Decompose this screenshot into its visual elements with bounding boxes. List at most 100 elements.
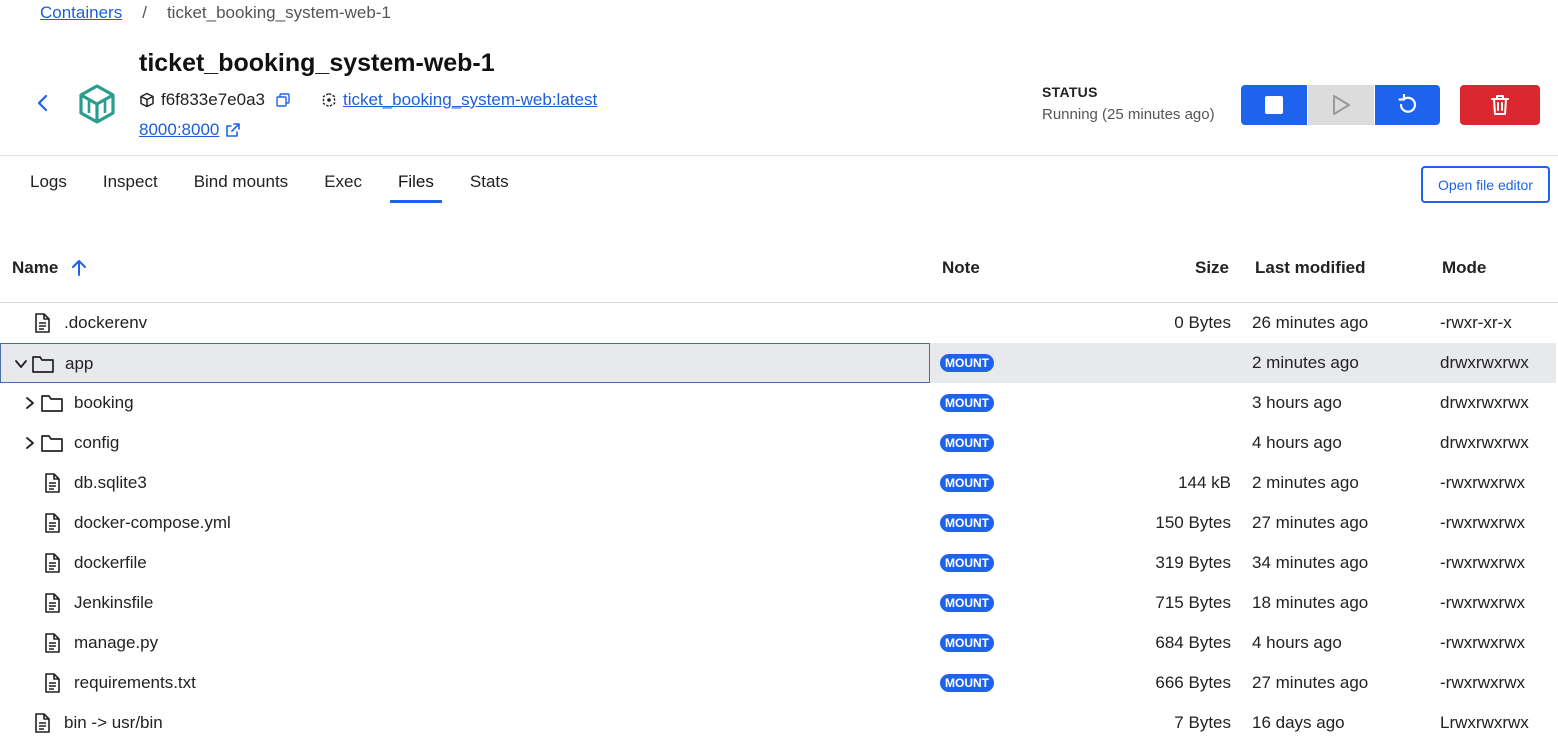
file-row[interactable]: db.sqlite3 MOUNT 144 kB 2 minutes ago -rwxrw… [0,463,1556,503]
file-name: docker-compose.yml [74,513,231,532]
column-name[interactable]: Name [12,258,88,278]
last-modified: 2 minutes ago [1252,473,1359,492]
file-name: .dockerenv [64,313,148,332]
mount-badge: MOUNT [940,554,994,572]
file-mode: -rwxrwxrwx [1440,553,1525,572]
container-name: ticket_booking_system-web-1 [139,49,495,77]
name-cell[interactable]: config [0,423,930,463]
file-name: requirements.txt [74,673,196,692]
back-arrow-icon[interactable] [32,92,54,114]
file-row[interactable]: manage.py MOUNT 684 Bytes 4 hours ago -rwxrw… [0,623,1556,663]
folder-row[interactable]: booking MOUNT 3 hours ago drwxrwxrwx [0,383,1556,423]
container-meta: f6f833e7e0a3 ticket_booking_system-web:l… [139,90,597,110]
file-size: 666 Bytes [1155,673,1231,692]
breadcrumb-current: ticket_booking_system-web-1 [166,3,391,22]
name-cell[interactable]: Jenkinsfile [0,583,930,623]
container-id: f6f833e7e0a3 [161,90,265,109]
table-header: Name Note Size Last modified Mode [0,248,1558,288]
name-cell[interactable]: requirements.txt [0,663,930,703]
file-row[interactable]: Jenkinsfile MOUNT 715 Bytes 18 minutes ago -… [0,583,1556,623]
restart-button[interactable] [1375,85,1440,125]
file-row[interactable]: .dockerenv 0 Bytes 26 minutes ago -rwxr-xr-… [0,303,1556,343]
tab-logs[interactable]: Logs [12,160,85,203]
file-mode: -rwxrwxrwx [1440,593,1525,612]
name-cell[interactable]: db.sqlite3 [0,463,930,503]
stop-icon [1265,96,1283,114]
folder-row[interactable]: app MOUNT 2 minutes ago drwxrwxrwx [0,343,1556,383]
file-row[interactable]: bin -> usr/bin 7 Bytes 16 days ago Lrwxrwxr… [0,703,1556,743]
mount-badge: MOUNT [940,514,994,532]
file-name: bin -> usr/bin [64,713,163,732]
tab-files[interactable]: Files [380,160,452,203]
mount-badge: MOUNT [940,394,994,412]
mount-badge: MOUNT [940,594,994,612]
open-file-editor-button[interactable]: Open file editor [1421,166,1550,203]
file-name: dockerfile [74,553,147,572]
name-cell[interactable]: app [0,343,930,383]
name-cell[interactable]: dockerfile [0,543,930,583]
file-name: app [65,354,94,373]
status-value: Running (25 minutes ago) [1042,106,1215,123]
file-size: 684 Bytes [1155,633,1231,652]
file-mode: -rwxrwxrwx [1440,633,1525,652]
image-link[interactable]: ticket_booking_system-web:latest [343,90,597,110]
file-size: 144 kB [1178,473,1231,492]
last-modified: 16 days ago [1252,713,1345,732]
file-row[interactable]: requirements.txt MOUNT 666 Bytes 27 minutes… [0,663,1556,703]
start-button[interactable] [1308,85,1374,125]
chevron-right-icon[interactable] [23,395,37,409]
name-cell[interactable]: manage.py [0,623,930,663]
file-row[interactable]: docker-compose.yml MOUNT 150 Bytes 27 minut… [0,503,1556,543]
breadcrumb-containers-link[interactable]: Containers [40,3,122,23]
file-mode: Lrwxrwxrwx [1440,713,1529,732]
file-size: 715 Bytes [1155,593,1231,612]
file-mode: drwxrwxrwx [1440,353,1529,372]
play-icon [1333,95,1350,115]
port-link[interactable]: 8000:8000 [139,120,219,140]
column-last-modified[interactable]: Last modified [1255,258,1366,278]
status-block: STATUS Running (25 minutes ago) [1042,84,1215,123]
folder-icon [40,432,64,454]
column-mode[interactable]: Mode [1442,258,1486,278]
file-size: 7 Bytes [1174,713,1231,732]
tab-exec[interactable]: Exec [306,160,380,203]
external-link-icon[interactable] [225,122,241,138]
folder-icon [31,353,55,375]
tab-stats[interactable]: Stats [452,160,527,203]
chevron-down-icon[interactable] [14,356,28,370]
file-icon [41,592,63,614]
stop-button[interactable] [1241,85,1307,125]
file-name: manage.py [74,633,159,652]
trash-icon [1491,95,1509,115]
tab-inspect[interactable]: Inspect [85,160,176,203]
last-modified: 4 hours ago [1252,633,1342,652]
name-cell[interactable]: bin -> usr/bin [0,703,930,743]
name-cell[interactable]: booking [0,383,930,423]
copy-icon[interactable] [275,92,291,108]
folder-row[interactable]: config MOUNT 4 hours ago drwxrwxrwx [0,423,1556,463]
column-size[interactable]: Size [1195,258,1229,278]
mount-badge: MOUNT [940,474,994,492]
tab-bind-mounts[interactable]: Bind mounts [176,160,307,203]
last-modified: 26 minutes ago [1252,313,1369,332]
last-modified: 27 minutes ago [1252,673,1369,692]
chevron-right-icon[interactable] [23,435,37,449]
name-cell[interactable]: .dockerenv [0,303,930,343]
sort-ascending-icon[interactable] [70,259,88,277]
column-name-label: Name [12,258,59,277]
name-cell[interactable]: docker-compose.yml [0,503,930,543]
file-size: 0 Bytes [1174,313,1231,332]
file-mode: -rwxr-xr-x [1440,313,1512,332]
file-mode: -rwxrwxrwx [1440,513,1525,532]
file-name: Jenkinsfile [74,593,154,612]
delete-button[interactable] [1460,85,1540,125]
tab-bar: Logs Inspect Bind mounts Exec Files Stat… [12,160,527,203]
file-icon [41,552,63,574]
port-row: 8000:8000 [139,120,241,140]
last-modified: 3 hours ago [1252,393,1342,412]
mount-badge: MOUNT [940,634,994,652]
column-note[interactable]: Note [942,258,980,278]
breadcrumb-separator: / [142,3,147,22]
mount-badge: MOUNT [940,354,994,372]
file-row[interactable]: dockerfile MOUNT 319 Bytes 34 minutes ago -r… [0,543,1556,583]
